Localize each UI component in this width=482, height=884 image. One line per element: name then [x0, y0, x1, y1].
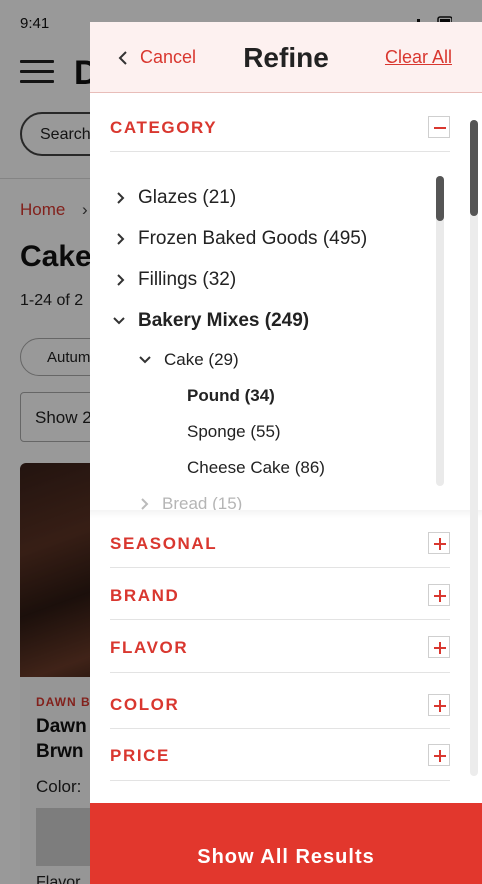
category-item-bakery-mixes[interactable]: Bakery Mixes (249)	[112, 310, 309, 332]
brand-expand-toggle[interactable]	[428, 584, 450, 606]
plus-icon	[434, 538, 446, 550]
clear-all-link[interactable]: Clear All	[385, 47, 452, 68]
cancel-button[interactable]: Cancel	[118, 47, 196, 68]
category-item-bread[interactable]: Bread (15)	[140, 494, 242, 510]
plus-icon	[434, 642, 446, 654]
category-divider	[110, 151, 450, 152]
price-section-title[interactable]: PRICE	[110, 746, 170, 766]
category-item-frozen-baked-goods[interactable]: Frozen Baked Goods (495)	[116, 228, 367, 250]
category-item-label: Fillings (32)	[138, 269, 237, 290]
chevron-right-icon	[117, 274, 125, 286]
refine-drawer: Cancel Refine Clear All CATEGORY Glazes …	[90, 22, 482, 884]
category-item-pound[interactable]: Pound (34)	[187, 386, 275, 406]
section-divider	[110, 672, 450, 673]
category-item-label: Cake (29)	[164, 350, 239, 369]
drawer-scrollbar-thumb[interactable]	[470, 120, 478, 216]
category-section-title[interactable]: CATEGORY	[110, 118, 217, 138]
chevron-down-icon	[113, 317, 125, 325]
color-section-title[interactable]: COLOR	[110, 695, 179, 715]
chevron-right-icon	[117, 233, 125, 245]
drawer-header: Cancel Refine Clear All	[90, 22, 482, 93]
flavor-expand-toggle[interactable]	[428, 636, 450, 658]
category-collapse-toggle[interactable]	[428, 116, 450, 138]
category-item-cheese-cake[interactable]: Cheese Cake (86)	[187, 458, 325, 478]
category-item-label: Pound (34)	[187, 386, 275, 405]
section-divider	[110, 567, 450, 568]
plus-icon	[434, 590, 446, 602]
category-item-label: Frozen Baked Goods (495)	[138, 228, 368, 249]
section-divider	[110, 728, 450, 729]
category-item-glazes[interactable]: Glazes (21)	[116, 187, 236, 209]
brand-section-title[interactable]: BRAND	[110, 586, 179, 606]
category-item-fillings[interactable]: Fillings (32)	[116, 269, 236, 291]
price-expand-toggle[interactable]	[428, 744, 450, 766]
category-list-shadow	[90, 510, 482, 518]
category-item-label: Bakery Mixes (249)	[138, 310, 310, 331]
category-item-sponge[interactable]: Sponge (55)	[187, 422, 281, 442]
chevron-right-icon	[117, 192, 125, 204]
section-divider	[110, 619, 450, 620]
drawer-scrollbar-track[interactable]	[470, 120, 478, 776]
category-scrollbar-track[interactable]	[436, 176, 444, 486]
category-list: Glazes (21) Frozen Baked Goods (495) Fil…	[90, 174, 482, 510]
chevron-down-icon	[139, 356, 151, 364]
flavor-section-title[interactable]: FLAVOR	[110, 638, 188, 658]
category-item-label: Bread (15)	[162, 494, 243, 510]
section-divider	[110, 780, 450, 781]
category-item-label: Sponge (55)	[187, 422, 281, 441]
plus-icon	[434, 750, 446, 762]
chevron-right-icon	[141, 498, 149, 510]
color-expand-toggle[interactable]	[428, 694, 450, 716]
category-item-cake[interactable]: Cake (29)	[138, 350, 239, 370]
cancel-label: Cancel	[140, 47, 197, 67]
category-item-label: Cheese Cake (86)	[187, 458, 325, 477]
chevron-left-icon	[118, 50, 127, 65]
plus-icon	[434, 700, 446, 712]
show-all-results-button[interactable]: Show All Results	[90, 803, 482, 884]
seasonal-expand-toggle[interactable]	[428, 532, 450, 554]
category-scrollbar-thumb[interactable]	[436, 176, 444, 221]
minus-icon	[434, 127, 446, 129]
category-item-label: Glazes (21)	[138, 187, 237, 208]
seasonal-section-title[interactable]: SEASONAL	[110, 534, 217, 554]
